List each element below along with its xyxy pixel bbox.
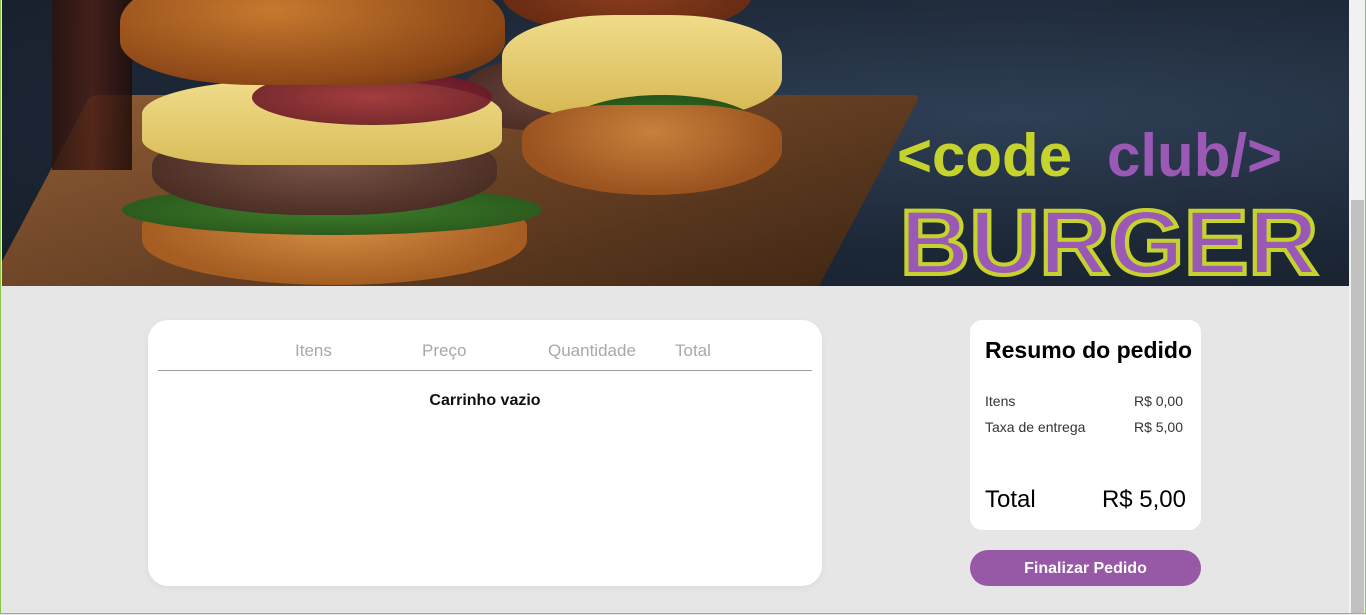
delivery-value: R$ 5,00 — [1133, 419, 1183, 435]
header-total: Total — [675, 341, 711, 360]
front-burger-bun-top — [120, 0, 505, 85]
items-value: R$ 0,00 — [1133, 393, 1183, 409]
cart-table-header: Itens Preço Quantidade Total — [158, 320, 812, 371]
total-label: Total — [985, 486, 1036, 513]
logo-burger-text: BURGER — [900, 192, 1318, 283]
header-itens: Itens — [295, 341, 332, 360]
back-burger-bun-bottom — [522, 105, 782, 195]
vertical-scrollbar[interactable] — [1349, 0, 1366, 615]
logo-club-text: club/> — [1107, 122, 1282, 189]
finalizar-pedido-button[interactable]: Finalizar Pedido — [970, 550, 1201, 586]
header-quantidade: Quantidade — [548, 341, 636, 360]
logo-code-text: <code — [897, 122, 1072, 189]
header-preco: Preço — [422, 341, 467, 360]
codeclub-burger-logo: <code club/> BURGER — [897, 122, 1320, 283]
empty-cart-message: Carrinho vazio — [429, 392, 541, 409]
total-value: R$ 5,00 — [1101, 486, 1186, 513]
summary-title: Resumo do pedido — [985, 337, 1192, 363]
cart-table-card: Itens Preço Quantidade Total Carrinho va… — [148, 320, 822, 586]
hero-banner: <code club/> BURGER — [2, 0, 1349, 286]
items-label: Itens — [985, 393, 1016, 409]
delivery-label: Taxa de entrega — [985, 419, 1086, 435]
scrollbar-thumb[interactable] — [1351, 200, 1364, 613]
order-summary-card: Resumo do pedido Itens R$ 0,00 Taxa de e… — [970, 320, 1201, 530]
